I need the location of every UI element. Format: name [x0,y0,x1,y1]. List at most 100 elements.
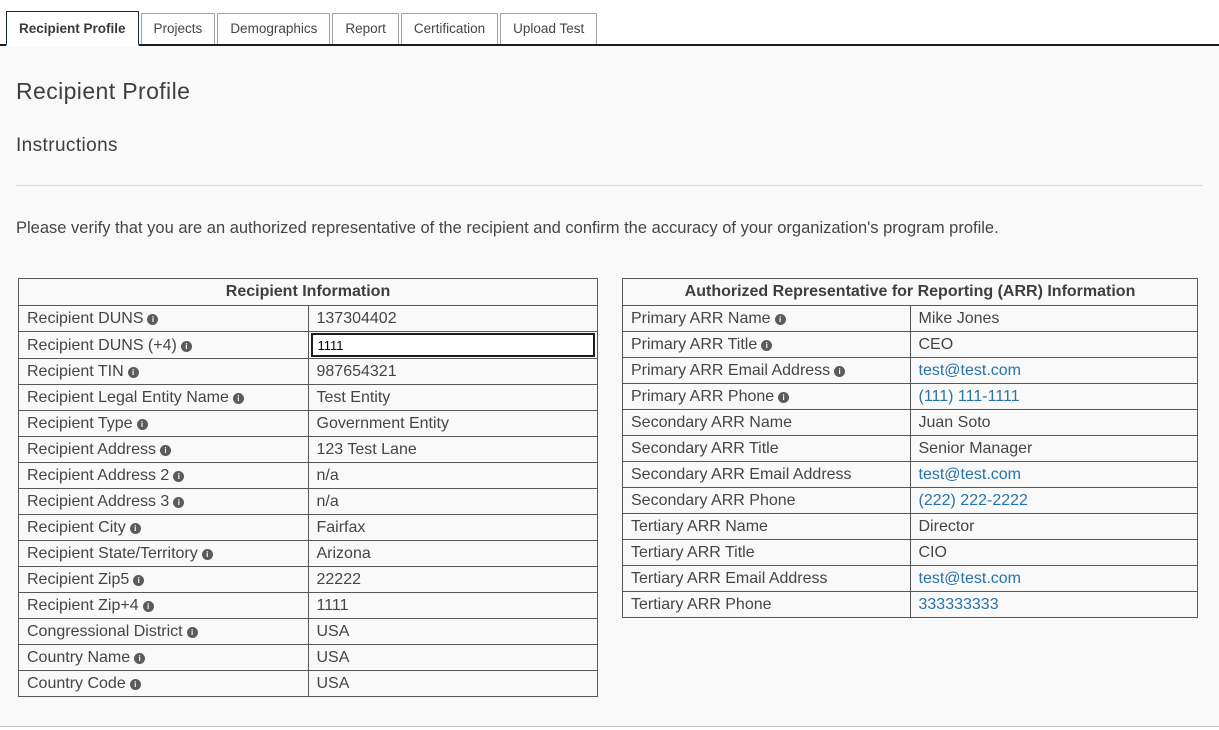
email-link[interactable]: test@test.com [919,570,1022,587]
recipient-duns-plus4-input[interactable] [311,333,596,357]
info-icon[interactable]: i [181,341,192,352]
table-row: Recipient Zip5i22222 [19,567,598,593]
tab-upload-test[interactable]: Upload Test [500,13,597,44]
recipient-table-header: Recipient Information [19,279,598,306]
table-row: Primary ARR Email Address i test@test.com [623,358,1198,384]
table-row: Tertiary ARR TitleCIO [623,540,1198,566]
info-icon[interactable]: i [143,601,154,612]
field-label: Country Name i [19,645,309,671]
recipient-information-table: Recipient Information Recipient DUNSi137… [18,278,598,697]
tab-projects[interactable]: Projects [141,13,216,44]
field-value: Fairfax [308,515,598,541]
tab-recipient-profile[interactable]: Recipient Profile [6,11,139,46]
instructions-text: Please verify that you are an authorized… [16,219,1203,238]
field-label-text: Tertiary ARR Name [631,518,768,535]
field-label: Primary ARR Namei [623,306,911,332]
field-label-text: Recipient Address 2 [27,467,169,484]
email-link[interactable]: test@test.com [919,362,1022,379]
field-label: Recipient Zip5 i [19,567,309,593]
field-label: Congressional Districti [19,619,309,645]
info-icon[interactable]: i [128,367,139,378]
table-row: Recipient Address 2in/a [19,463,598,489]
tab-report[interactable]: Report [332,13,399,44]
field-label: Secondary ARR Email Address [623,462,911,488]
info-icon[interactable]: i [173,497,184,508]
field-label: Recipient Type i [19,411,309,437]
field-value: Director [910,514,1198,540]
field-label-text: Recipient City [27,519,126,536]
field-label: Tertiary ARR Phone [623,592,911,618]
field-label-text: Recipient Type [27,415,133,432]
field-label-text: Recipient State/Territory [27,545,198,562]
field-label: Secondary ARR Name [623,410,911,436]
email-link[interactable]: test@test.com [919,466,1022,483]
field-value: (111) 111-1111 [910,384,1198,410]
field-value: USA [308,671,598,697]
info-icon[interactable]: i [133,575,144,586]
field-label: Secondary ARR Title [623,436,911,462]
field-label-text: Recipient Zip+4 [27,597,139,614]
field-label-text: Secondary ARR Title [631,440,779,457]
info-icon[interactable]: i [173,471,184,482]
table-row: Recipient DUNS (+4) i [19,332,598,359]
table-row: Recipient City i Fairfax [19,515,598,541]
table-row: Tertiary ARR Phone 333333333 [623,592,1198,618]
field-label-text: Recipient DUNS [27,310,143,327]
field-value [308,332,598,359]
info-icon[interactable]: i [202,549,213,560]
field-value: test@test.com [910,566,1198,592]
field-label-text: Secondary ARR Phone [631,492,796,509]
phone-link[interactable]: (111) 111-1111 [919,388,1020,405]
field-label-text: Tertiary ARR Title [631,544,755,561]
info-icon[interactable]: i [834,366,845,377]
tab-certification[interactable]: Certification [401,13,498,44]
field-value: 1111 [308,593,598,619]
info-icon[interactable]: i [137,419,148,430]
field-label: Tertiary ARR Title [623,540,911,566]
table-row: Congressional DistrictiUSA [19,619,598,645]
phone-link[interactable]: (222) 222-2222 [919,492,1028,509]
info-icon[interactable]: i [233,393,244,404]
info-icon[interactable]: i [187,627,198,638]
table-row: Secondary ARR TitleSenior Manager [623,436,1198,462]
phone-link[interactable]: 333333333 [919,596,999,613]
info-icon[interactable]: i [778,392,789,403]
field-label-text: Primary ARR Email Address [631,362,830,379]
field-value: 333333333 [910,592,1198,618]
field-label-text: Tertiary ARR Phone [631,596,772,613]
table-row: Secondary ARR Email Address test@test.com [623,462,1198,488]
info-icon[interactable]: i [775,314,786,325]
table-row: Recipient Address i 123 Test Lane [19,437,598,463]
info-icon[interactable]: i [761,340,772,351]
table-header-row: Recipient Information [19,279,598,306]
table-row: Recipient TINi987654321 [19,359,598,385]
table-row: Recipient Legal Entity NameiTest Entity [19,385,598,411]
field-value: Juan Soto [910,410,1198,436]
field-label-text: Primary ARR Phone [631,388,774,405]
instructions-heading: Instructions [16,135,1203,157]
table-row: Country NameiUSA [19,645,598,671]
info-icon[interactable]: i [160,445,171,456]
field-label-text: Recipient DUNS (+4) [27,337,177,354]
main-content: Recipient Profile Instructions Please ve… [0,46,1219,727]
table-row: Recipient Zip+4 i 1111 [19,593,598,619]
field-label-text: Country Name [27,649,130,666]
field-value: 987654321 [308,359,598,385]
table-row: Primary ARR TitleiCEO [623,332,1198,358]
table-row: Tertiary ARR Email Addresstest@test.com [623,566,1198,592]
field-label-text: Primary ARR Title [631,336,757,353]
divider [16,185,1203,186]
field-value: 123 Test Lane [308,437,598,463]
info-icon[interactable]: i [147,314,158,325]
info-icon[interactable]: i [130,679,141,690]
tables-container: Recipient Information Recipient DUNSi137… [16,278,1203,697]
field-label-text: Recipient Zip5 [27,571,129,588]
field-label-text: Recipient Address [27,441,156,458]
info-icon[interactable]: i [134,653,145,664]
info-icon[interactable]: i [130,523,141,534]
field-label: Primary ARR Email Address i [623,358,911,384]
field-value: Test Entity [308,385,598,411]
field-value: test@test.com [910,462,1198,488]
field-value: USA [308,619,598,645]
tab-demographics[interactable]: Demographics [217,13,330,44]
